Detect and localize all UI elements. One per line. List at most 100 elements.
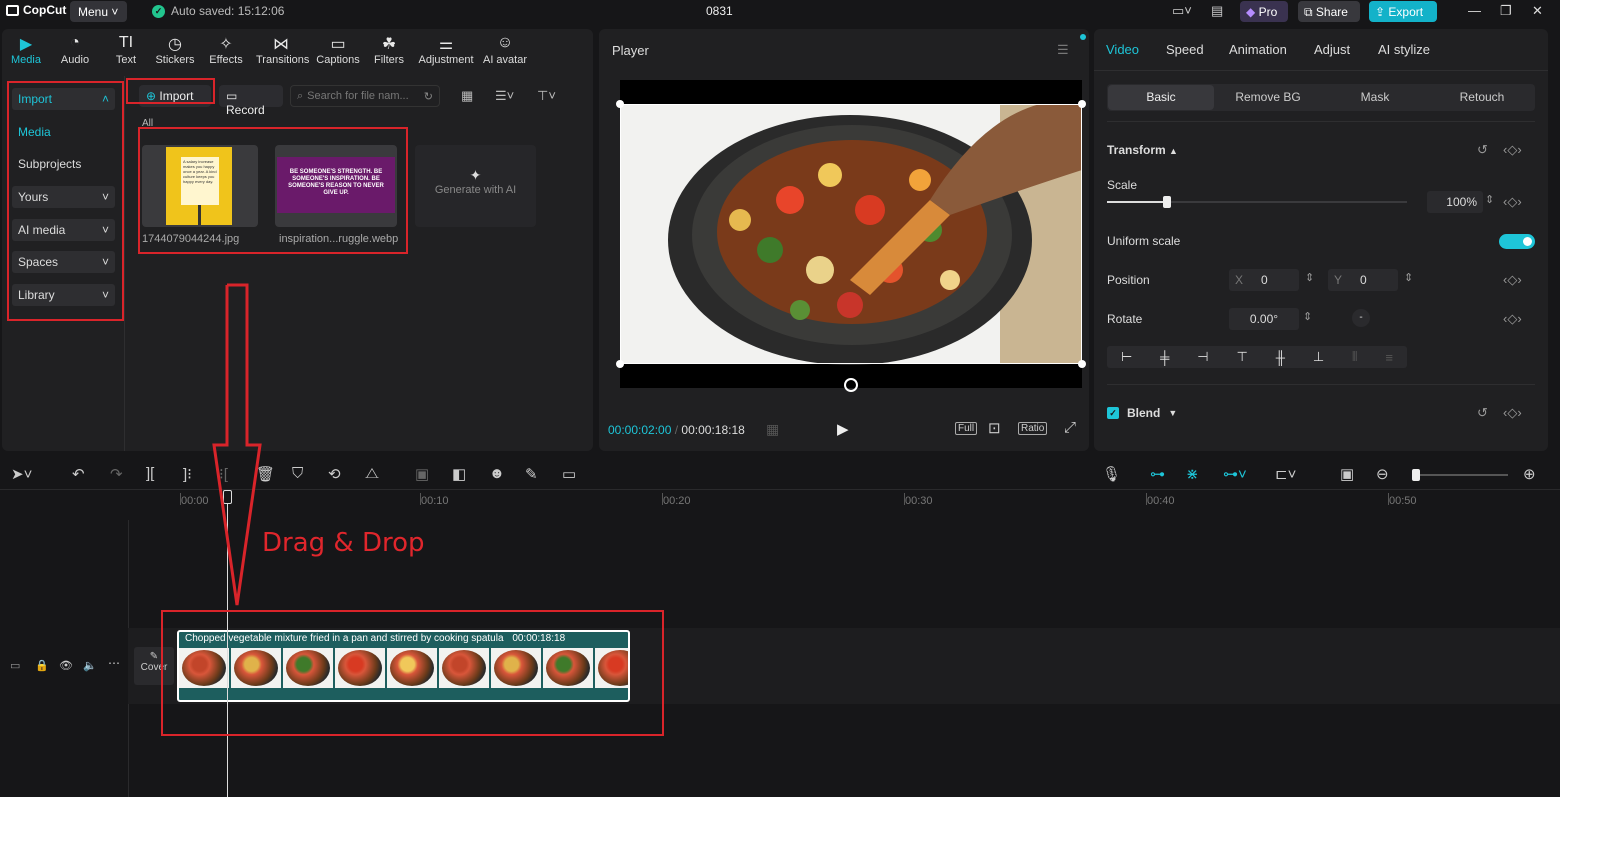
generate-ai-card[interactable]: ✦ Generate with AI (415, 145, 536, 227)
distribute-h-icon[interactable]: ⫴ (1352, 349, 1357, 365)
hamburger-icon[interactable]: ☰ (1057, 42, 1069, 58)
tab-media[interactable]: ▶ Media (1, 34, 51, 66)
sort-icon[interactable]: ☰˅ (495, 88, 514, 104)
grid-view-icon[interactable]: ▦ (461, 88, 473, 104)
record-button[interactable]: ▭ Record (219, 85, 283, 117)
volume-icon[interactable]: 🔈 (83, 659, 97, 672)
scale-slider[interactable] (1107, 196, 1407, 208)
sidebar-item-yours[interactable]: Yours ˅ (12, 186, 115, 208)
snap-icon[interactable]: ⊶˅ (1223, 465, 1247, 483)
position-x-input[interactable]: X0 (1229, 269, 1299, 291)
tab-ai-stylize[interactable]: AI stylize (1378, 42, 1430, 57)
full-button[interactable]: Full (955, 422, 978, 435)
eye-icon[interactable]: 👁 (59, 659, 73, 672)
menu-button[interactable]: Menu ˅ (70, 1, 127, 22)
resize-handle[interactable] (1078, 100, 1086, 108)
close-icon[interactable]: ✕ (1532, 3, 1543, 19)
magnet-icon[interactable]: ⋇ (1186, 465, 1199, 483)
captions-toggle-icon[interactable]: ▣ (1340, 465, 1354, 483)
resize-handle[interactable] (1078, 360, 1086, 368)
blend-section[interactable]: ✓ Blend ▼ (1107, 406, 1177, 420)
align-right-icon[interactable]: ⊣ (1197, 349, 1208, 365)
more-icon[interactable]: ⋯ (108, 656, 120, 670)
reset-icon[interactable]: ↺ (1477, 142, 1488, 158)
crop-icon[interactable]: ⟲ (328, 465, 341, 483)
stepper-icon[interactable]: ⇕ (1303, 310, 1312, 323)
scale-slider-handle[interactable] (1163, 196, 1171, 208)
keyframe-icon[interactable]: ‹◇› (1503, 142, 1522, 158)
link-clips-icon[interactable]: ⊶ (1150, 465, 1165, 483)
video-canvas[interactable] (616, 80, 1086, 392)
sidebar-item-subprojects[interactable]: Subprojects (12, 153, 115, 175)
blend-checkbox[interactable]: ✓ (1107, 407, 1119, 419)
distribute-v-icon[interactable]: ≡ (1385, 350, 1393, 365)
align-top-icon[interactable]: ⊤ (1236, 349, 1247, 365)
waveform-icon[interactable]: ▦ (766, 421, 779, 438)
keyframe-icon[interactable]: ‹◇› (1503, 311, 1522, 327)
tab-audio[interactable]: ◔ Audio (50, 34, 100, 66)
subtab-mask[interactable]: Mask (1322, 85, 1428, 110)
sidebar-item-library[interactable]: Library ˅ (12, 284, 115, 306)
rotate-input[interactable]: 0.00° (1229, 308, 1299, 330)
zoom-in-icon[interactable]: ⊕ (1523, 465, 1536, 483)
stepper-icon[interactable]: ⇕ (1305, 271, 1314, 284)
scale-input[interactable]: 100% (1427, 191, 1483, 213)
tab-animation[interactable]: Animation (1229, 42, 1287, 57)
cover-button[interactable]: ✎ Cover (134, 647, 174, 685)
resize-handle[interactable] (616, 100, 624, 108)
import-button[interactable]: ⊕ Import (139, 85, 211, 107)
stepper-icon[interactable]: ⇕ (1404, 271, 1413, 284)
stepper-icon[interactable]: ⇕ (1485, 193, 1494, 206)
select-cursor-icon[interactable]: ➤˅ (11, 465, 32, 483)
search-input[interactable]: ⌕ Search for file nam... ↻ (290, 85, 440, 107)
resize-handle[interactable] (616, 360, 624, 368)
split-icon[interactable]: ][ (146, 465, 154, 482)
subtab-remove-bg[interactable]: Remove BG (1215, 85, 1321, 110)
mirror-icon[interactable]: ◧ (452, 465, 466, 483)
rotate-handle-icon[interactable] (844, 378, 858, 392)
sidebar-item-spaces[interactable]: Spaces ˅ (12, 251, 115, 273)
tab-adjust[interactable]: Adjust (1314, 42, 1350, 57)
subtab-retouch[interactable]: Retouch (1429, 85, 1535, 110)
sidebar-item-media[interactable]: Media (12, 121, 115, 143)
tab-ai-avatar[interactable]: ☺ AI avatar (479, 34, 531, 66)
tab-text[interactable]: TI Text (101, 34, 151, 66)
layout-icon[interactable]: ▭˅ (1172, 3, 1192, 19)
microphone-icon[interactable]: 🎙 (1102, 465, 1121, 483)
tab-stickers[interactable]: ◷ Stickers (150, 34, 200, 66)
keyframe-icon[interactable]: ‹◇› (1503, 405, 1522, 421)
ratio-button[interactable]: Ratio (1018, 422, 1048, 435)
align-center-v-icon[interactable]: ╫ (1276, 350, 1285, 365)
selection-frame[interactable] (620, 104, 1082, 364)
tab-video[interactable]: Video (1106, 42, 1139, 57)
redo-icon[interactable]: ↷ (110, 465, 123, 483)
media-thumbnail[interactable]: BE SOMEONE'S STRENGTH. BE SOMEONE'S INSP… (275, 145, 397, 227)
ai-effect-icon[interactable]: ☻ (489, 465, 505, 482)
subtitles-icon[interactable]: ▭ (562, 465, 576, 483)
tab-captions[interactable]: ▭ Captions (313, 34, 363, 66)
undo-icon[interactable]: ↶ (72, 465, 85, 483)
filter-icon[interactable]: ⊤˅ (537, 88, 556, 104)
keyframe-icon[interactable]: ‹◇› (1503, 194, 1522, 210)
sidebar-item-import[interactable]: Import ˄ (12, 88, 115, 110)
screenshot-icon[interactable]: ⊡ (988, 419, 1001, 437)
tab-speed[interactable]: Speed (1166, 42, 1204, 57)
align-left-icon[interactable]: ⊢ (1121, 349, 1132, 365)
media-thumbnail[interactable]: A salary increase makes you happy once a… (142, 145, 258, 227)
preview-axis-icon[interactable]: ⊏˅ (1275, 465, 1296, 483)
keyframe-icon[interactable]: ‹◇› (1503, 272, 1522, 288)
export-button[interactable]: ⇪ Export (1369, 1, 1437, 22)
trim-left-icon[interactable]: ]⁝ (183, 465, 192, 483)
restore-icon[interactable]: ❐ (1500, 3, 1512, 19)
reset-icon[interactable]: ↺ (1477, 405, 1488, 421)
magic-wand-icon[interactable]: ✎ (525, 465, 538, 483)
lock-icon[interactable]: 🔒 (35, 659, 49, 672)
keyboard-icon[interactable]: ▤ (1211, 3, 1223, 19)
transform-section[interactable]: Transform ▲ (1107, 143, 1178, 157)
subtab-basic[interactable]: Basic (1108, 85, 1214, 110)
rotate-dial-icon[interactable]: - (1352, 309, 1370, 327)
video-clip[interactable]: Chopped vegetable mixture fried in a pan… (177, 630, 630, 702)
pro-button[interactable]: ◆ Pro (1240, 1, 1288, 22)
tab-transitions[interactable]: ⋈ Transitions (256, 34, 309, 66)
auto-reframe-icon[interactable]: ⧍ (365, 465, 379, 482)
